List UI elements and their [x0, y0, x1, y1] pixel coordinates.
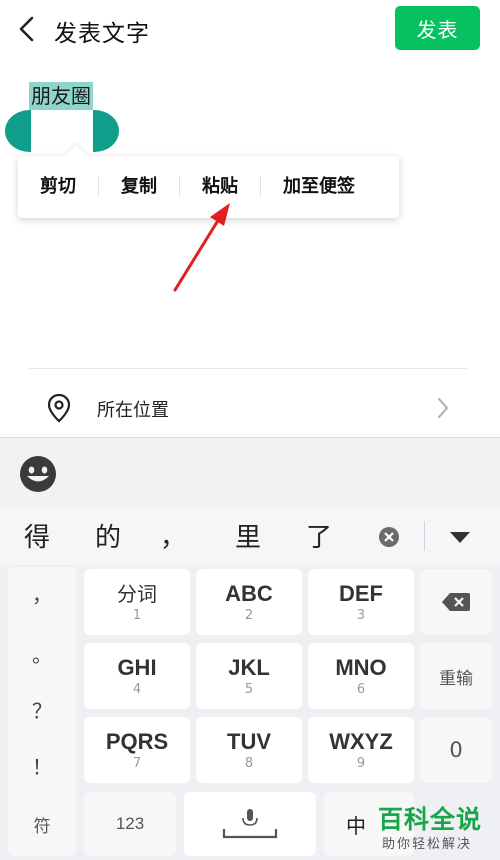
watermark-logo: 百科全说 助你轻松解决 — [372, 800, 500, 860]
space-key[interactable] — [184, 792, 316, 856]
candidate-word[interactable]: 里 — [235, 517, 261, 554]
selection-handle-start[interactable] — [5, 110, 31, 152]
menu-item-copy[interactable]: 复制 — [99, 175, 179, 199]
punctuation-column: ， 。 ？ ！ — [8, 567, 76, 795]
key-ghi[interactable]: GHI 4 — [84, 643, 190, 709]
menu-item-cut[interactable]: 剪切 — [18, 175, 98, 199]
selection-handle-end[interactable] — [93, 110, 119, 152]
candidate-divider — [424, 521, 425, 551]
back-arrow-icon — [19, 16, 34, 42]
number-key[interactable]: 123 — [84, 792, 176, 856]
backspace-key[interactable] — [420, 569, 492, 635]
candidate-word[interactable]: ， — [160, 517, 186, 554]
retype-key[interactable]: 重输 — [420, 643, 492, 709]
clear-input-icon[interactable] — [377, 525, 401, 549]
candidate-bar: 得 的 ， 里 了 — [0, 507, 500, 565]
key-abc[interactable]: ABC 2 — [196, 569, 302, 635]
key-wxyz[interactable]: WXYZ 9 — [308, 717, 414, 783]
symbol-key[interactable]: 符 — [8, 792, 76, 856]
back-button[interactable] — [10, 12, 44, 46]
collapse-keyboard-icon[interactable] — [448, 529, 472, 545]
top-bar: 发表文字 发表 — [0, 0, 500, 58]
key-jkl[interactable]: JKL 5 — [196, 643, 302, 709]
key-mno[interactable]: MNO 6 — [308, 643, 414, 709]
watermark-title: 百科全说 — [378, 805, 483, 834]
emoji-icon[interactable] — [18, 454, 58, 494]
location-pin-icon — [47, 393, 71, 423]
key-pqrs[interactable]: PQRS 7 — [84, 717, 190, 783]
page-title: 发表文字 — [54, 21, 150, 47]
location-row[interactable]: 所在位置 — [29, 380, 467, 436]
zero-key[interactable]: 0 — [420, 717, 492, 783]
selected-text[interactable]: 朋友圈 — [29, 82, 93, 110]
emoji-toolbar — [0, 437, 500, 507]
punctuation-key[interactable]: 。 — [8, 639, 76, 668]
menu-item-paste[interactable]: 粘贴 — [180, 175, 260, 199]
chevron-right-icon — [437, 397, 449, 419]
microphone-icon — [222, 809, 278, 839]
key-tuv[interactable]: TUV 8 — [196, 717, 302, 783]
punctuation-key[interactable]: ？ — [8, 695, 76, 724]
watermark-slogan: 助你轻松解决 — [382, 837, 473, 852]
candidate-word[interactable]: 的 — [95, 517, 121, 554]
key-fenci[interactable]: 分词 1 — [84, 569, 190, 635]
candidate-word[interactable]: 了 — [306, 517, 332, 554]
punctuation-key[interactable]: ， — [8, 579, 76, 608]
backspace-icon — [442, 593, 470, 611]
key-def[interactable]: DEF 3 — [308, 569, 414, 635]
menu-item-add-to-notes[interactable]: 加至便签 — [261, 175, 377, 199]
text-context-menu: 剪切 复制 粘贴 加至便签 — [18, 156, 399, 218]
section-divider — [29, 368, 467, 369]
candidate-word[interactable]: 得 — [24, 517, 50, 554]
publish-button[interactable]: 发表 — [395, 6, 480, 50]
punctuation-key[interactable]: ！ — [8, 751, 76, 780]
location-label: 所在位置 — [97, 400, 169, 421]
